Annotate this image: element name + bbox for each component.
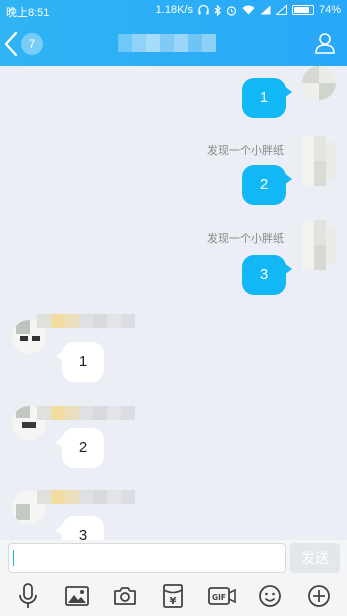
message-text: 3: [259, 266, 269, 283]
emoji-icon: [259, 585, 282, 607]
input-bar: 发送: [0, 540, 347, 576]
contact-name: [118, 34, 238, 52]
signal-icon: [260, 5, 271, 15]
message-text: 1: [259, 89, 269, 106]
contact-nick: [37, 314, 135, 328]
microphone-icon: [19, 583, 38, 608]
voice-button[interactable]: [10, 578, 46, 614]
my-avatar[interactable]: [302, 136, 336, 186]
title-bar: 7: [0, 22, 347, 66]
chat-area[interactable]: 1 发现一个小胖纸 2 发现一个小胖纸 3 1 2 3: [0, 66, 347, 556]
battery-percent: 74%: [318, 4, 341, 16]
network-speed: 1.18K/s: [155, 4, 193, 16]
sender-nick: 发现一个小胖纸: [207, 233, 284, 245]
message-bubble-out[interactable]: 2: [242, 165, 292, 205]
sender-nick: 发现一个小胖纸: [207, 145, 284, 157]
battery-icon: [291, 5, 314, 15]
message-bubble-in[interactable]: 2: [56, 428, 104, 468]
text-cursor: [13, 550, 14, 566]
contact-nick: [37, 406, 135, 420]
camera-icon: [114, 587, 136, 605]
alarm-icon: [226, 5, 237, 16]
gif-label: GIF: [212, 593, 226, 602]
status-icons: 1.18K/s 74%: [156, 4, 341, 16]
image-icon: [64, 586, 89, 606]
yen-label: ¥: [170, 596, 177, 607]
emoji-button[interactable]: [252, 578, 288, 614]
signal-icon-2: [275, 5, 287, 15]
more-button[interactable]: [301, 578, 337, 614]
message-text: 2: [78, 439, 88, 456]
message-bubble-out[interactable]: 1: [242, 78, 292, 118]
message-bubble-in[interactable]: 1: [56, 342, 104, 382]
back-button[interactable]: 7: [4, 30, 43, 58]
user-profile-icon: [315, 33, 335, 54]
message-text: 1: [78, 353, 88, 370]
input-toolbar: ¥ GIF: [0, 576, 347, 616]
headphones-icon: [198, 5, 209, 15]
my-avatar[interactable]: [302, 66, 336, 100]
plus-icon: [307, 585, 330, 607]
status-time: 晚上8:51: [6, 7, 50, 19]
unread-count-badge: 7: [21, 33, 43, 55]
message-text: 2: [259, 176, 269, 193]
image-button[interactable]: [59, 578, 95, 614]
gif-button[interactable]: GIF: [204, 578, 240, 614]
gif-icon: GIF: [207, 587, 236, 605]
red-packet-icon: ¥: [163, 584, 184, 608]
chevron-left-icon: [4, 31, 18, 57]
status-bar: 晚上8:51 1.18K/s 74%: [0, 0, 347, 22]
message-bubble-out[interactable]: 3: [242, 255, 292, 295]
send-button[interactable]: 发送: [290, 543, 340, 573]
wifi-icon: [242, 5, 255, 15]
my-avatar[interactable]: [302, 220, 336, 270]
bluetooth-icon: [214, 4, 221, 16]
red-packet-button[interactable]: ¥: [155, 578, 191, 614]
message-input[interactable]: [8, 543, 286, 573]
camera-button[interactable]: [107, 578, 143, 614]
profile-button[interactable]: [313, 31, 337, 60]
contact-nick: [37, 490, 135, 504]
